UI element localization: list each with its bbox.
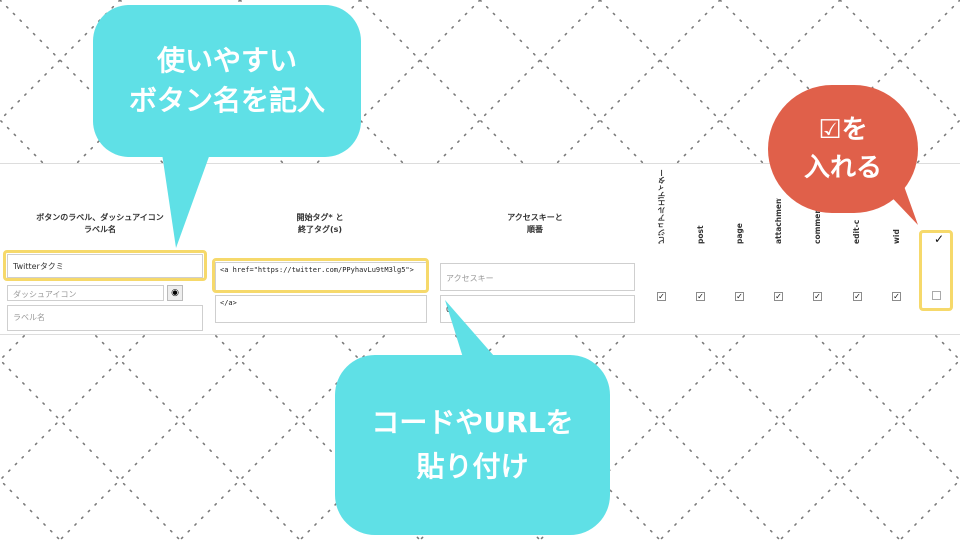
access-key-input[interactable]: アクセスキー xyxy=(440,263,635,291)
header-attachment: attachment xyxy=(774,198,783,244)
end-tag-textarea[interactable]: </a> xyxy=(215,295,427,323)
highlight-checkbox-column xyxy=(919,230,953,311)
checkbox-attachment[interactable]: ✓ xyxy=(774,292,783,301)
dashboard-icon[interactable]: ◉ xyxy=(167,285,183,301)
header-edit-c: edit-c xyxy=(852,219,861,244)
header-post: post xyxy=(696,225,705,244)
callout-button-name-line1: 使いやすい xyxy=(156,44,297,77)
header-button-label: ボタンのラベル、ダッシュアイコン ラベル名 xyxy=(36,213,164,234)
header-tags: 開始タグ* と 終了タグ(s) xyxy=(296,213,344,234)
order-input[interactable]: 0 xyxy=(440,295,635,323)
label-name-input[interactable]: ラベル名 xyxy=(7,305,203,331)
header-visual-editor: ビジュアルエディター xyxy=(657,169,666,244)
checkbox-comment[interactable]: ✓ xyxy=(813,292,822,301)
callout-button-name-line2: ボタン名を記入 xyxy=(128,84,325,117)
checkbox-visual-editor[interactable]: ✓ xyxy=(657,292,666,301)
callout-check-box: ☑を 入れる xyxy=(768,85,918,213)
checkbox-wid[interactable]: ✓ xyxy=(892,292,901,301)
callout-check-box-line1: ☑を xyxy=(818,115,868,145)
checkbox-edit-c[interactable]: ✓ xyxy=(853,292,862,301)
checkbox-post[interactable]: ✓ xyxy=(696,292,705,301)
dashicon-input[interactable]: ダッシュアイコン xyxy=(7,285,164,301)
callout-paste-code-line2: 貼り付け xyxy=(416,450,529,483)
callout-check-box-line2: 入れる xyxy=(803,153,882,183)
callout-button-name: 使いやすい ボタン名を記入 xyxy=(93,5,361,157)
checkbox-page[interactable]: ✓ xyxy=(735,292,744,301)
header-access-key: アクセスキーと 順番 xyxy=(507,213,563,234)
highlight-start-tag xyxy=(212,258,429,293)
callout-paste-code: コードやURLを 貼り付け xyxy=(335,355,610,535)
header-page: page xyxy=(735,223,744,244)
header-wid: wid xyxy=(892,229,901,244)
highlight-button-label xyxy=(3,250,207,281)
callout-paste-code-line1: コードやURLを xyxy=(371,406,574,439)
